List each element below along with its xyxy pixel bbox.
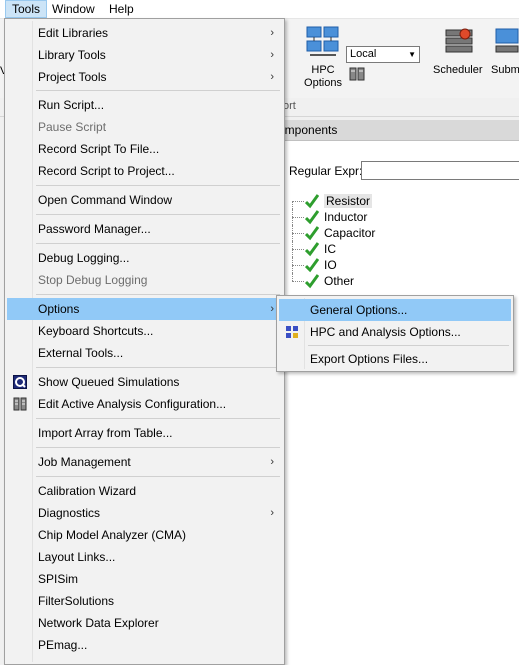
menu-separator <box>36 294 280 295</box>
menu-item-filtersolutions[interactable]: FilterSolutions <box>7 590 282 612</box>
options-submenu: General Options... HPC and Analysis Opti… <box>276 295 514 372</box>
checkmark-icon <box>305 194 319 209</box>
component-tree: Resistor Inductor Capacitor IC IO Other <box>292 193 375 289</box>
menu-separator <box>36 185 280 186</box>
menu-item-import-array-from-table[interactable]: Import Array from Table... <box>7 422 282 444</box>
menu-item-external-tools[interactable]: External Tools... <box>7 342 282 364</box>
chevron-down-icon: ▼ <box>408 50 416 59</box>
checkmark-icon <box>305 258 319 273</box>
checkmark-icon <box>305 274 319 289</box>
chevron-right-icon: › <box>270 456 274 468</box>
menu-item-hpc-and-analysis-options[interactable]: HPC and Analysis Options... <box>279 321 511 343</box>
chevron-right-icon: › <box>270 303 274 315</box>
tools-menu: Edit Libraries › Library Tools › Project T… <box>4 18 285 665</box>
menu-separator <box>308 345 509 346</box>
menu-item-project-tools[interactable]: Project Tools › <box>7 66 282 88</box>
menu-item-diagnostics[interactable]: Diagnostics › <box>7 502 282 524</box>
checkmark-icon <box>305 226 319 241</box>
tree-item-other[interactable]: Other <box>292 273 375 289</box>
menu-item-job-management[interactable]: Job Management › <box>7 451 282 473</box>
queue-icon <box>13 375 27 389</box>
menu-item-general-options[interactable]: General Options... <box>279 299 511 321</box>
submit-icon[interactable] <box>493 26 519 58</box>
menu-item-export-options-files[interactable]: Export Options Files... <box>279 348 511 370</box>
tree-item-io[interactable]: IO <box>292 257 375 273</box>
menu-separator <box>36 476 280 477</box>
menu-item-debug-logging[interactable]: Debug Logging... <box>7 247 282 269</box>
machines-icon[interactable] <box>349 67 365 81</box>
menu-item-keyboard-shortcuts[interactable]: Keyboard Shortcuts... <box>7 320 282 342</box>
chevron-right-icon: › <box>270 71 274 83</box>
components-panel-header: omponents <box>270 120 519 141</box>
hpc-options-label[interactable]: HPC Options <box>301 64 345 90</box>
hpc-icon <box>286 326 298 338</box>
menu-item-open-command-window[interactable]: Open Command Window <box>7 189 282 211</box>
menu-separator <box>36 367 280 368</box>
menu-bar: Tools Window Help <box>0 0 519 19</box>
menu-item-library-tools[interactable]: Library Tools › <box>7 44 282 66</box>
menu-item-password-manager[interactable]: Password Manager... <box>7 218 282 240</box>
menu-item-options[interactable]: Options › <box>7 298 282 320</box>
menu-item-show-queued-simulations[interactable]: Show Queued Simulations <box>7 371 282 393</box>
chevron-right-icon: › <box>270 507 274 519</box>
hpc-options-icon[interactable] <box>305 26 341 58</box>
menu-window[interactable]: Window <box>46 0 101 18</box>
menu-item-record-script-to-file[interactable]: Record Script To File... <box>7 138 282 160</box>
tree-item-ic[interactable]: IC <box>292 241 375 257</box>
menu-item-calibration-wizard[interactable]: Calibration Wizard <box>7 480 282 502</box>
menu-item-stop-debug-logging[interactable]: Stop Debug Logging <box>7 269 282 291</box>
checkmark-icon <box>305 210 319 225</box>
menu-separator <box>36 447 280 448</box>
scheduler-icon[interactable] <box>443 26 475 58</box>
menu-help[interactable]: Help <box>103 0 140 18</box>
analysis-config-icon <box>13 397 27 411</box>
menu-item-edit-libraries[interactable]: Edit Libraries › <box>7 22 282 44</box>
regex-input[interactable] <box>361 161 519 180</box>
chevron-right-icon: › <box>270 27 274 39</box>
menu-tools[interactable]: Tools <box>5 0 48 18</box>
menu-separator <box>36 214 280 215</box>
menu-item-edit-active-analysis-configuration[interactable]: Edit Active Analysis Configuration... <box>7 393 282 415</box>
tree-item-resistor[interactable]: Resistor <box>292 193 375 209</box>
menu-item-chip-model-analyzer[interactable]: Chip Model Analyzer (CMA) <box>7 524 282 546</box>
menu-separator <box>36 418 280 419</box>
menu-item-record-script-to-project[interactable]: Record Script to Project... <box>7 160 282 182</box>
menu-item-pemag[interactable]: PEmag... <box>7 634 282 656</box>
local-select[interactable]: Local ▼ <box>346 46 420 63</box>
menu-item-spisim[interactable]: SPISim <box>7 568 282 590</box>
submit-label[interactable]: Subm <box>491 64 519 77</box>
checkmark-icon <box>305 242 319 257</box>
menu-item-layout-links[interactable]: Layout Links... <box>7 546 282 568</box>
tree-item-capacitor[interactable]: Capacitor <box>292 225 375 241</box>
menu-separator <box>36 243 280 244</box>
regex-label: Regular Expr: <box>289 164 363 178</box>
menu-item-pause-script[interactable]: Pause Script <box>7 116 282 138</box>
menu-separator <box>36 90 280 91</box>
tree-item-inductor[interactable]: Inductor <box>292 209 375 225</box>
scheduler-label[interactable]: Scheduler <box>433 64 483 77</box>
menu-item-run-script[interactable]: Run Script... <box>7 94 282 116</box>
chevron-right-icon: › <box>270 49 274 61</box>
menu-item-network-data-explorer[interactable]: Network Data Explorer <box>7 612 282 634</box>
